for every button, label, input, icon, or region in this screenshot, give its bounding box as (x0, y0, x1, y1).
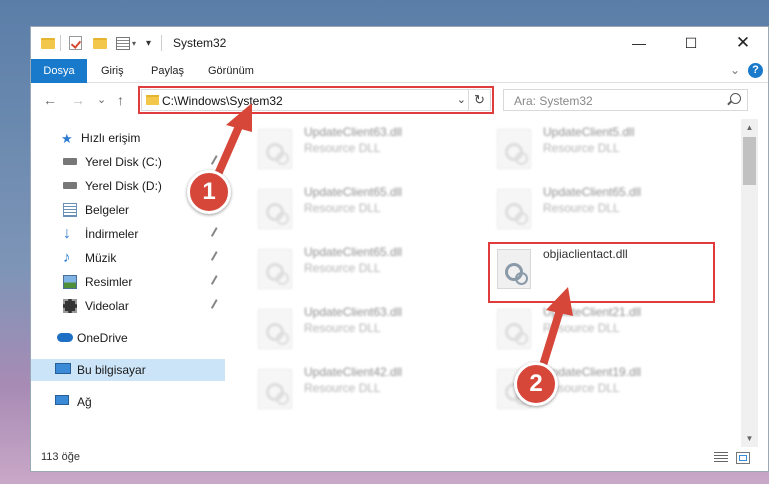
step-badge-2: 2 (514, 362, 558, 406)
arrow-2 (536, 287, 573, 379)
step-badge-1: 1 (187, 170, 231, 214)
annotation-arrows (208, 103, 573, 379)
